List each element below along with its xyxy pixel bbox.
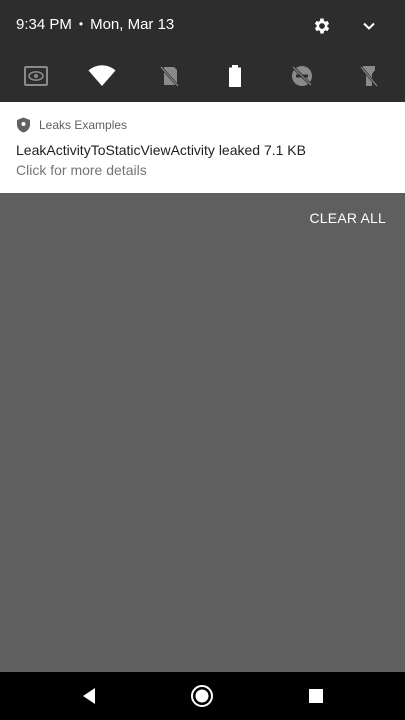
notification-app-name: Leaks Examples	[39, 118, 128, 132]
flashlight-off-icon	[360, 66, 378, 87]
time-date[interactable]: 9:34 PM • Mon, Mar 13	[16, 16, 174, 33]
recents-icon	[309, 689, 323, 703]
quick-settings-header: 9:34 PM • Mon, Mar 13	[0, 0, 405, 102]
leak-notification[interactable]: Leaks Examples LeakActivityToStaticViewA…	[0, 102, 405, 193]
settings-button[interactable]	[310, 14, 334, 38]
clear-all-button[interactable]: CLEAR ALL	[309, 210, 386, 226]
home-button[interactable]	[190, 684, 214, 708]
notification-shade: 9:34 PM • Mon, Mar 13 Leaks Examples Lea…	[0, 0, 405, 720]
quick-settings-tiles	[0, 56, 405, 96]
battery-icon	[229, 65, 241, 87]
screen-cast-icon	[24, 66, 48, 86]
navigation-bar	[0, 672, 405, 720]
clock: 9:34 PM	[16, 16, 72, 33]
expand-button[interactable]	[357, 14, 381, 38]
notification-app-header: Leaks Examples	[16, 117, 127, 133]
do-not-disturb-off-icon	[291, 65, 313, 87]
notification-title: LeakActivityToStaticViewActivity leaked …	[16, 142, 306, 158]
tile-flashlight[interactable]	[355, 62, 383, 90]
back-icon	[83, 688, 95, 704]
separator-dot: •	[78, 17, 84, 31]
back-button[interactable]	[77, 684, 101, 708]
recents-button[interactable]	[304, 684, 328, 708]
chevron-down-icon	[363, 22, 375, 30]
tile-wifi[interactable]	[88, 62, 116, 90]
wifi-icon	[88, 65, 116, 86]
status-row: 9:34 PM • Mon, Mar 13	[0, 0, 405, 52]
home-icon	[191, 685, 213, 707]
date: Mon, Mar 13	[90, 16, 175, 33]
tile-screen-cast[interactable]	[22, 62, 50, 90]
notification-text: Click for more details	[16, 162, 147, 178]
tile-mobile-data[interactable]	[155, 62, 183, 90]
shield-icon	[17, 117, 30, 133]
tile-battery[interactable]	[221, 62, 249, 90]
mobile-data-off-icon	[160, 66, 179, 87]
tile-do-not-disturb[interactable]	[288, 62, 316, 90]
gear-icon	[314, 18, 330, 34]
